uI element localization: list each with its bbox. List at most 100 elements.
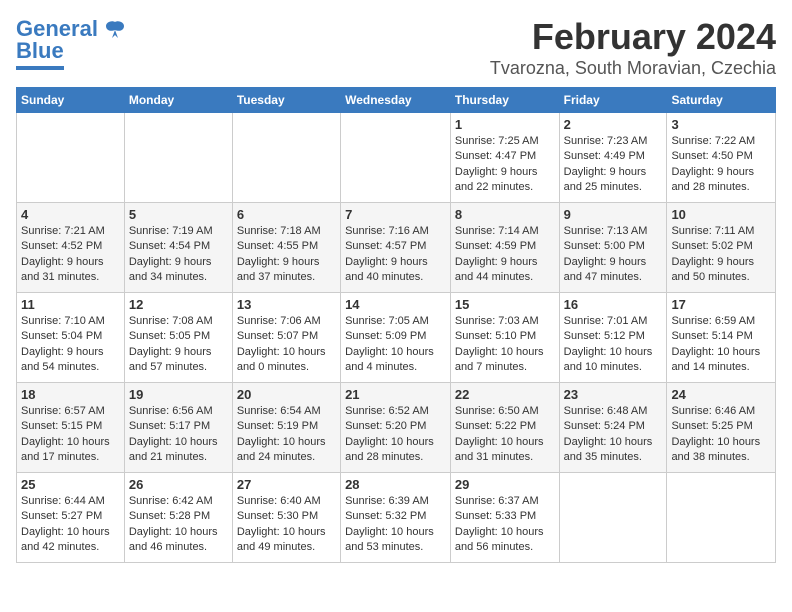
calendar-cell: 28 Sunrise: 6:39 AM Sunset: 5:32 PM Dayli… [341, 473, 451, 563]
title-block: February 2024 Tvarozna, South Moravian, … [490, 16, 776, 79]
calendar-cell: 5 Sunrise: 7:19 AM Sunset: 4:54 PM Daylig… [124, 203, 232, 293]
day-info: Sunrise: 7:21 AM Sunset: 4:52 PM Dayligh… [21, 224, 120, 286]
calendar-cell: 1 Sunrise: 7:25 AM Sunset: 4:47 PM Daylig… [450, 113, 559, 203]
day-number: 8 [455, 207, 555, 222]
calendar-cell: 14 Sunrise: 7:05 AM Sunset: 5:09 PM Dayli… [341, 293, 451, 383]
calendar-cell [341, 113, 451, 203]
day-info: Sunrise: 7:19 AM Sunset: 4:54 PM Dayligh… [129, 224, 228, 286]
day-info: Sunrise: 7:10 AM Sunset: 5:04 PM Dayligh… [21, 314, 120, 376]
day-number: 24 [671, 387, 771, 402]
day-info: Sunrise: 6:37 AM Sunset: 5:33 PM Dayligh… [455, 494, 555, 556]
day-number: 20 [237, 387, 336, 402]
day-info: Sunrise: 6:42 AM Sunset: 5:28 PM Dayligh… [129, 494, 228, 556]
day-number: 25 [21, 477, 120, 492]
calendar-title: February 2024 [490, 16, 776, 58]
calendar-cell [667, 473, 776, 563]
day-info: Sunrise: 7:05 AM Sunset: 5:09 PM Dayligh… [345, 314, 446, 376]
day-info: Sunrise: 6:57 AM Sunset: 5:15 PM Dayligh… [21, 404, 120, 466]
day-info: Sunrise: 6:56 AM Sunset: 5:17 PM Dayligh… [129, 404, 228, 466]
day-info: Sunrise: 6:39 AM Sunset: 5:32 PM Dayligh… [345, 494, 446, 556]
calendar-cell: 12Sunrise: 7:08 AM Sunset: 5:05 PM Dayli… [124, 293, 232, 383]
calendar-cell [232, 113, 340, 203]
calendar-cell [124, 113, 232, 203]
day-info: Sunrise: 7:14 AM Sunset: 4:59 PM Dayligh… [455, 224, 555, 286]
calendar-cell: 10 Sunrise: 7:11 AM Sunset: 5:02 PM Dayli… [667, 203, 776, 293]
day-info: Sunrise: 7:16 AM Sunset: 4:57 PM Dayligh… [345, 224, 446, 286]
day-info: Sunrise: 6:50 AM Sunset: 5:22 PM Dayligh… [455, 404, 555, 466]
day-info: Sunrise: 7:25 AM Sunset: 4:47 PM Dayligh… [455, 134, 555, 196]
week-row-2: 11 Sunrise: 7:10 AM Sunset: 5:04 PM Dayli… [17, 293, 776, 383]
day-number: 18 [21, 387, 120, 402]
calendar-cell: 23Sunrise: 6:48 AM Sunset: 5:24 PM Dayli… [559, 383, 667, 473]
day-number: 12 [129, 297, 228, 312]
day-number: 15 [455, 297, 555, 312]
day-number: 3 [671, 117, 771, 132]
calendar-cell: 26Sunrise: 6:42 AM Sunset: 5:28 PM Dayli… [124, 473, 232, 563]
day-number: 22 [455, 387, 555, 402]
calendar-cell: 25Sunrise: 6:44 AM Sunset: 5:27 PM Dayli… [17, 473, 125, 563]
day-info: Sunrise: 7:18 AM Sunset: 4:55 PM Dayligh… [237, 224, 336, 286]
day-info: Sunrise: 6:46 AM Sunset: 5:25 PM Dayligh… [671, 404, 771, 466]
week-row-4: 25Sunrise: 6:44 AM Sunset: 5:27 PM Dayli… [17, 473, 776, 563]
calendar-cell [17, 113, 125, 203]
page-header: General Blue February 2024 Tvarozna, Sou… [16, 16, 776, 79]
calendar-cell: 9 Sunrise: 7:13 AM Sunset: 5:00 PM Daylig… [559, 203, 667, 293]
header-monday: Monday [124, 88, 232, 113]
day-number: 21 [345, 387, 446, 402]
day-number: 19 [129, 387, 228, 402]
calendar-cell: 4 Sunrise: 7:21 AM Sunset: 4:52 PM Daylig… [17, 203, 125, 293]
week-row-0: 1 Sunrise: 7:25 AM Sunset: 4:47 PM Daylig… [17, 113, 776, 203]
week-row-1: 4 Sunrise: 7:21 AM Sunset: 4:52 PM Daylig… [17, 203, 776, 293]
calendar-cell: 13 Sunrise: 7:06 AM Sunset: 5:07 PM Dayli… [232, 293, 340, 383]
day-info: Sunrise: 7:11 AM Sunset: 5:02 PM Dayligh… [671, 224, 771, 286]
calendar-cell: 2Sunrise: 7:23 AM Sunset: 4:49 PM Daylig… [559, 113, 667, 203]
logo-bird-icon [104, 20, 126, 40]
day-number: 6 [237, 207, 336, 222]
logo-underline [16, 66, 64, 70]
calendar-cell: 6 Sunrise: 7:18 AM Sunset: 4:55 PM Daylig… [232, 203, 340, 293]
day-info: Sunrise: 7:01 AM Sunset: 5:12 PM Dayligh… [564, 314, 663, 376]
day-number: 27 [237, 477, 336, 492]
day-number: 5 [129, 207, 228, 222]
week-row-3: 18 Sunrise: 6:57 AM Sunset: 5:15 PM Dayli… [17, 383, 776, 473]
day-number: 2 [564, 117, 663, 132]
day-number: 28 [345, 477, 446, 492]
calendar-cell [559, 473, 667, 563]
day-number: 4 [21, 207, 120, 222]
header-row: SundayMondayTuesdayWednesdayThursdayFrid… [17, 88, 776, 113]
calendar-subtitle: Tvarozna, South Moravian, Czechia [490, 58, 776, 79]
day-number: 10 [671, 207, 771, 222]
day-info: Sunrise: 6:48 AM Sunset: 5:24 PM Dayligh… [564, 404, 663, 466]
day-number: 13 [237, 297, 336, 312]
calendar-cell: 22 Sunrise: 6:50 AM Sunset: 5:22 PM Dayli… [450, 383, 559, 473]
header-sunday: Sunday [17, 88, 125, 113]
day-number: 11 [21, 297, 120, 312]
logo-blue-label: Blue [16, 38, 64, 64]
calendar-cell: 11 Sunrise: 7:10 AM Sunset: 5:04 PM Dayli… [17, 293, 125, 383]
day-number: 9 [564, 207, 663, 222]
day-info: Sunrise: 6:40 AM Sunset: 5:30 PM Dayligh… [237, 494, 336, 556]
day-number: 16 [564, 297, 663, 312]
day-number: 29 [455, 477, 555, 492]
calendar-cell: 21 Sunrise: 6:52 AM Sunset: 5:20 PM Dayli… [341, 383, 451, 473]
header-saturday: Saturday [667, 88, 776, 113]
day-info: Sunrise: 7:13 AM Sunset: 5:00 PM Dayligh… [564, 224, 663, 286]
calendar-cell: 19 Sunrise: 6:56 AM Sunset: 5:17 PM Dayli… [124, 383, 232, 473]
day-info: Sunrise: 7:06 AM Sunset: 5:07 PM Dayligh… [237, 314, 336, 376]
day-info: Sunrise: 7:03 AM Sunset: 5:10 PM Dayligh… [455, 314, 555, 376]
day-number: 17 [671, 297, 771, 312]
logo: General Blue [16, 16, 126, 70]
day-number: 1 [455, 117, 555, 132]
header-wednesday: Wednesday [341, 88, 451, 113]
calendar-cell: 7Sunrise: 7:16 AM Sunset: 4:57 PM Daylig… [341, 203, 451, 293]
calendar-cell: 20Sunrise: 6:54 AM Sunset: 5:19 PM Dayli… [232, 383, 340, 473]
day-info: Sunrise: 7:22 AM Sunset: 4:50 PM Dayligh… [671, 134, 771, 196]
calendar-cell: 18 Sunrise: 6:57 AM Sunset: 5:15 PM Dayli… [17, 383, 125, 473]
day-number: 14 [345, 297, 446, 312]
day-info: Sunrise: 6:52 AM Sunset: 5:20 PM Dayligh… [345, 404, 446, 466]
calendar-cell: 27 Sunrise: 6:40 AM Sunset: 5:30 PM Dayli… [232, 473, 340, 563]
calendar-cell: 24 Sunrise: 6:46 AM Sunset: 5:25 PM Dayli… [667, 383, 776, 473]
day-info: Sunrise: 6:59 AM Sunset: 5:14 PM Dayligh… [671, 314, 771, 376]
header-thursday: Thursday [450, 88, 559, 113]
header-friday: Friday [559, 88, 667, 113]
